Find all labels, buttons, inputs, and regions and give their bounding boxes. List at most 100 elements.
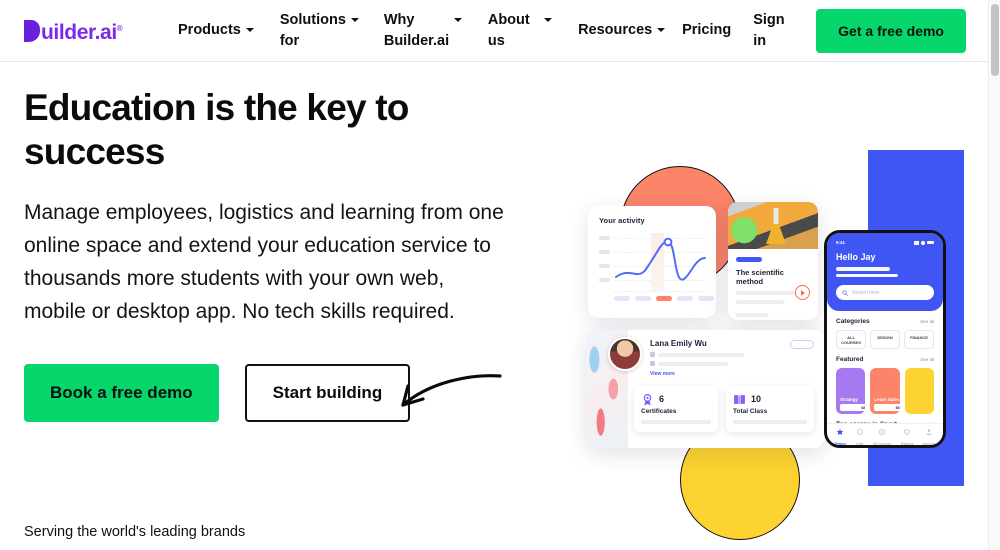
category-chip-finance[interactable]: FINANCE xyxy=(904,330,934,349)
site-header: uilder.ai® Products Solutions for Why Bu… xyxy=(0,0,988,62)
featured-card-title: Strategy xyxy=(840,397,859,402)
course-tag-badge xyxy=(736,257,762,262)
activity-card: Your activity xyxy=(588,206,716,318)
course-thumbnail-image xyxy=(728,202,818,249)
chart-y-label xyxy=(599,250,610,254)
status-time: 9:41 xyxy=(836,240,846,245)
book-icon xyxy=(734,395,745,404)
stat-value: 6 xyxy=(659,394,665,404)
wifi-icon xyxy=(921,240,925,245)
status-icons xyxy=(914,240,934,245)
nav-label: Products xyxy=(178,22,241,38)
hero-illustration: Your activity The scientific method Lana… xyxy=(560,140,980,540)
price-value: $89.99 xyxy=(861,405,866,410)
nav-label: Solutions for xyxy=(279,11,346,49)
section-header: Featured See all xyxy=(836,356,934,363)
legend-pill xyxy=(614,296,630,301)
chevron-down-icon xyxy=(350,17,359,22)
star-icon xyxy=(837,428,844,435)
signal-icon xyxy=(914,240,919,245)
nav-item-resources[interactable]: Resources xyxy=(578,20,666,41)
nav-item-about-us[interactable]: About us xyxy=(488,10,553,52)
chart-y-label xyxy=(599,278,610,282)
page-root: uilder.ai® Products Solutions for Why Bu… xyxy=(0,0,1000,550)
phone-search-input[interactable]: Search here xyxy=(836,285,934,300)
activity-chart xyxy=(599,233,714,301)
nav-item-why-builder-ai[interactable]: Why Builder.ai xyxy=(384,10,463,52)
price-value: $69.99 xyxy=(895,405,900,410)
profile-meta-row xyxy=(650,361,790,366)
chart-y-label xyxy=(599,264,610,268)
stat-top-row: 10 xyxy=(733,393,807,406)
see-all-link[interactable]: See all xyxy=(920,319,934,324)
nav-label: Sign in xyxy=(753,11,785,49)
chat-icon xyxy=(856,428,863,435)
arrow-doodle-icon xyxy=(401,374,502,407)
legend-pill xyxy=(677,296,693,301)
category-chip-all-courses[interactable]: ALL COURSES xyxy=(836,330,866,349)
featured-card-price: $89.99 xyxy=(840,404,866,411)
registered-mark-icon: ® xyxy=(116,23,123,33)
page-scrollbar[interactable] xyxy=(988,0,1000,550)
logo-mark-icon xyxy=(24,19,40,42)
placeholder-line xyxy=(836,273,898,277)
bottom-nav-my-courses[interactable]: My Courses xyxy=(873,423,891,445)
nav-item-products[interactable]: Products xyxy=(178,20,254,41)
bottom-nav-feature[interactable]: Feature xyxy=(835,423,846,445)
logo-text: uilder.ai xyxy=(41,20,117,44)
flask-icon xyxy=(766,208,786,244)
book-free-demo-button[interactable]: Book a free demo xyxy=(24,364,219,422)
bottom-nav-wishlist[interactable]: Wishlist xyxy=(900,423,913,447)
section-title: Categories xyxy=(836,318,870,325)
brands-note: Serving the world's leading brands xyxy=(24,524,246,540)
briefcase-icon xyxy=(650,361,655,366)
profile-card-body: Lana Emily Wu View more 6 Certificates 1… xyxy=(608,330,824,448)
nav-item-solutions-for[interactable]: Solutions for xyxy=(279,10,359,52)
featured-card-row: Strategy $89.99 Learn Sales $69.99 xyxy=(836,368,934,414)
placeholder-line xyxy=(736,313,768,317)
certificate-icon xyxy=(643,394,652,406)
bottom-nav-chat[interactable]: Chat xyxy=(856,423,864,445)
placeholder-line xyxy=(641,420,711,424)
course-card-title: The scientific method xyxy=(736,268,784,286)
nav-item-pricing[interactable]: Pricing xyxy=(682,20,731,41)
view-more-link[interactable]: View more xyxy=(650,371,790,377)
heart-icon xyxy=(903,429,910,435)
profile-meta-row xyxy=(650,352,790,357)
chart-y-label xyxy=(599,236,610,240)
hero-subtitle: Manage employees, logistics and learning… xyxy=(24,201,504,323)
status-badge[interactable] xyxy=(790,340,814,349)
see-all-link[interactable]: See all xyxy=(920,357,934,362)
category-chip-row: ALL COURSES DESIGN FINANCE xyxy=(836,330,934,349)
start-building-button[interactable]: Start building xyxy=(244,364,411,422)
avatar xyxy=(608,337,642,371)
placeholder-line xyxy=(736,300,784,304)
bottom-nav-account[interactable]: Account xyxy=(922,423,936,447)
brand-logo[interactable]: uilder.ai® xyxy=(24,18,150,44)
category-chip-design[interactable]: DESIGN xyxy=(870,330,900,349)
nav-item-sign-in[interactable]: Sign in xyxy=(753,10,794,52)
chevron-down-icon xyxy=(544,17,553,22)
profile-info: Lana Emily Wu View more xyxy=(650,339,790,377)
search-placeholder: Search here xyxy=(852,289,880,296)
legend-pill-active xyxy=(656,296,672,301)
nav-label: Pricing xyxy=(682,22,732,38)
profile-header: Lana Emily Wu View more xyxy=(608,337,814,377)
get-free-demo-button[interactable]: Get a free demo xyxy=(816,8,966,53)
featured-card-price: $69.99 xyxy=(874,404,900,411)
featured-card-strategy[interactable]: Strategy $89.99 xyxy=(836,368,866,414)
featured-card-learn-sales[interactable]: Learn Sales $69.99 xyxy=(870,368,900,414)
bottom-nav-label: Account xyxy=(922,442,936,447)
play-button-icon[interactable] xyxy=(795,285,810,300)
chevron-down-icon xyxy=(657,28,666,32)
legend-pill xyxy=(635,296,651,301)
bottom-nav-label: Wishlist xyxy=(900,442,913,447)
stat-certificates: 6 Certificates xyxy=(634,386,718,432)
scrollbar-thumb[interactable] xyxy=(991,4,999,76)
placeholder-line xyxy=(736,291,804,295)
battery-icon xyxy=(927,240,934,245)
profile-card: Lana Emily Wu View more 6 Certificates 1… xyxy=(586,330,824,448)
featured-card-partial[interactable] xyxy=(904,368,934,414)
course-card-scientific-method[interactable]: The scientific method xyxy=(728,202,818,320)
chart-legend-pills xyxy=(614,296,714,301)
